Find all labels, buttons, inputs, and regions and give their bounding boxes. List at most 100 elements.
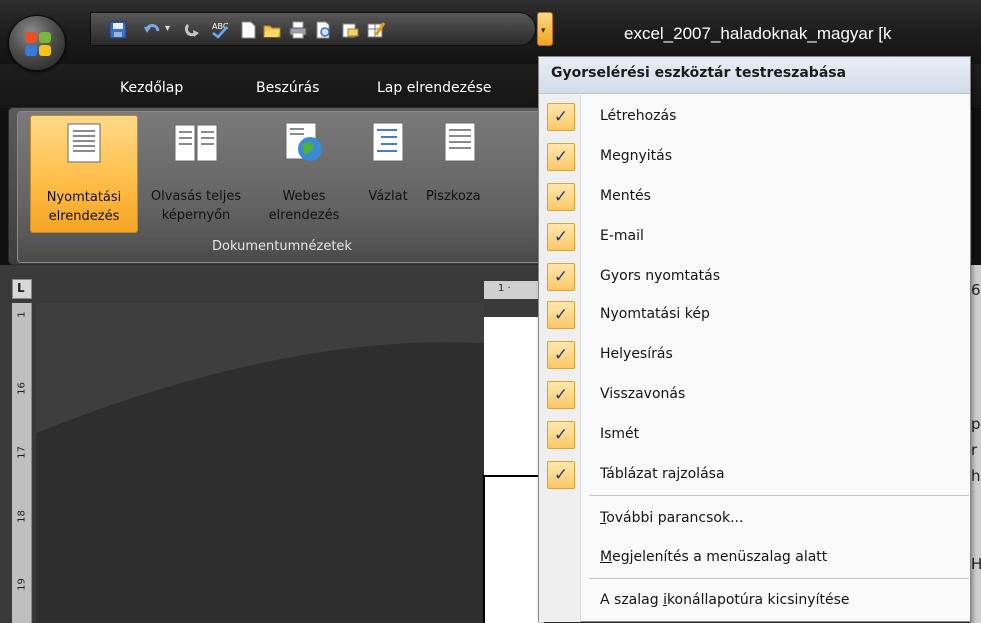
horizontal-ruler-label: 1 · bbox=[498, 283, 511, 294]
partial-document-strip: 6 p r h H bbox=[970, 265, 981, 623]
tab-page-layout[interactable]: Lap elrendezése bbox=[377, 80, 492, 96]
customize-dropdown-icon: ▾ bbox=[541, 26, 546, 36]
strip-char: H bbox=[971, 555, 981, 573]
menu-item-print-preview[interactable]: ✓ Nyomtatási kép bbox=[539, 297, 970, 335]
print-preview-icon[interactable] bbox=[315, 21, 333, 39]
vertical-ruler[interactable]: 1 16 17 18 19 bbox=[12, 303, 32, 623]
draw-table-icon[interactable] bbox=[367, 21, 385, 39]
outline-button[interactable]: Vázlat bbox=[356, 115, 420, 233]
menu-item-label: További parancsok... bbox=[600, 510, 743, 526]
check-icon: ✓ bbox=[547, 341, 575, 369]
horizontal-ruler[interactable]: 1 · bbox=[484, 281, 544, 299]
tab-insert[interactable]: Beszúrás bbox=[256, 80, 319, 96]
web-layout-button[interactable]: Webes elrendezés bbox=[256, 115, 352, 233]
document-page[interactable] bbox=[484, 317, 544, 623]
outline-label-1: Vázlat bbox=[368, 189, 408, 204]
email-icon[interactable] bbox=[341, 21, 359, 39]
tab-selector[interactable]: L bbox=[12, 279, 32, 299]
menu-item-label: Megnyitás bbox=[600, 148, 672, 164]
print-layout-icon bbox=[67, 123, 101, 163]
menu-item-label: Ismét bbox=[600, 426, 640, 442]
ruler-number: 16 bbox=[16, 382, 28, 395]
menu-item-show-below-ribbon[interactable]: Megjelenítés a menüszalag alatt bbox=[539, 540, 970, 578]
undo-dropdown-icon[interactable]: ▾ bbox=[165, 23, 183, 41]
office-button[interactable] bbox=[8, 15, 66, 71]
menu-item-email[interactable]: ✓ E-mail bbox=[539, 219, 970, 257]
menu-item-label: Gyors nyomtatás bbox=[600, 268, 720, 284]
group-document-views: Nyomtatási elrendezés Olvasás teljes képer… bbox=[17, 111, 547, 263]
print-layout-label-2: elrendezés bbox=[48, 209, 120, 224]
menu-separator bbox=[589, 578, 969, 579]
title-bar: ▾ ABC ▾ excel_2007_haladoknak_magyar [k bbox=[0, 0, 981, 64]
ruler-number: 1 bbox=[16, 311, 28, 318]
check-icon: ✓ bbox=[547, 421, 575, 449]
print-layout-button[interactable]: Nyomtatási elrendezés bbox=[30, 115, 138, 233]
strip-char: h bbox=[971, 467, 981, 485]
window-title: excel_2007_haladoknak_magyar [k bbox=[624, 24, 892, 43]
check-icon: ✓ bbox=[547, 381, 575, 409]
page-margin-line bbox=[484, 475, 544, 477]
menu-item-more-commands[interactable]: További parancsok... bbox=[539, 501, 970, 539]
office-logo-icon bbox=[25, 32, 51, 56]
draft-label-1: Piszkoza bbox=[426, 189, 481, 204]
outline-icon bbox=[372, 122, 404, 162]
ruler-number: 19 bbox=[16, 578, 28, 591]
menu-item-text: egjelenítés a menüszalag alatt bbox=[612, 549, 828, 565]
group-title: Dokumentumnézetek bbox=[18, 234, 546, 260]
menu-item-minimize-ribbon[interactable]: A szalag ikonállapotúra kicsinyítése bbox=[539, 583, 970, 621]
check-icon: ✓ bbox=[547, 461, 575, 489]
print-layout-label-1: Nyomtatási bbox=[46, 190, 122, 205]
menu-item-text: konállapotúra kicsinyítése bbox=[666, 592, 850, 608]
menu-separator bbox=[589, 495, 969, 496]
undo-icon[interactable] bbox=[143, 21, 161, 39]
menu-item-spelling[interactable]: ✓ Helyesírás bbox=[539, 337, 970, 375]
web-layout-label-1: Webes bbox=[282, 189, 326, 204]
check-icon: ✓ bbox=[547, 301, 575, 329]
workspace-swoosh bbox=[36, 303, 484, 623]
menu-item-text: A szalag bbox=[600, 592, 664, 608]
save-icon[interactable] bbox=[109, 21, 127, 39]
web-layout-icon bbox=[285, 122, 322, 161]
check-icon: ✓ bbox=[547, 263, 575, 291]
check-icon: ✓ bbox=[547, 183, 575, 211]
accelerator-key: M bbox=[600, 549, 613, 565]
menu-item-quick-print[interactable]: ✓ Gyors nyomtatás bbox=[539, 259, 970, 297]
customize-qat-button[interactable]: ▾ bbox=[537, 12, 553, 46]
menu-item-label: Mentés bbox=[600, 188, 651, 204]
quick-access-toolbar: ▾ ABC bbox=[90, 12, 536, 46]
customize-qat-menu: Gyorselérési eszköztár testreszabása ✓ L… bbox=[538, 56, 971, 622]
page-margin-line bbox=[483, 475, 485, 623]
menu-item-draw-table[interactable]: ✓ Táblázat rajzolása bbox=[539, 457, 970, 495]
ruler-number: 18 bbox=[16, 510, 28, 523]
draft-button[interactable]: Piszkoza bbox=[422, 115, 498, 233]
tab-home[interactable]: Kezdőlap bbox=[120, 80, 183, 96]
new-document-icon[interactable] bbox=[239, 21, 257, 39]
menu-item-save[interactable]: ✓ Mentés bbox=[539, 179, 970, 217]
menu-item-undo[interactable]: ✓ Visszavonás bbox=[539, 377, 970, 415]
menu-item-label: Táblázat rajzolása bbox=[600, 466, 725, 482]
tab-selector-label: L bbox=[17, 281, 25, 295]
web-layout-label-2: elrendezés bbox=[268, 208, 340, 223]
full-screen-reading-button[interactable]: Olvasás teljes képernyőn bbox=[140, 115, 252, 233]
spelling-icon[interactable]: ABC bbox=[211, 21, 229, 39]
open-folder-icon[interactable] bbox=[263, 21, 281, 39]
quick-print-icon[interactable] bbox=[289, 21, 307, 39]
strip-char: 6 bbox=[971, 281, 981, 299]
check-icon: ✓ bbox=[547, 143, 575, 171]
menu-item-label: Nyomtatási kép bbox=[600, 306, 710, 322]
workspace-background bbox=[36, 303, 484, 623]
check-icon: ✓ bbox=[547, 103, 575, 131]
menu-header: Gyorselérési eszköztár testreszabása bbox=[539, 57, 970, 94]
strip-char: r bbox=[971, 441, 978, 459]
draft-icon bbox=[444, 122, 476, 162]
full-screen-label-1: Olvasás teljes bbox=[150, 189, 242, 204]
strip-char: p bbox=[971, 415, 981, 433]
redo-icon[interactable] bbox=[183, 21, 201, 39]
open-book-icon bbox=[174, 124, 218, 162]
menu-item-open[interactable]: ✓ Megnyitás bbox=[539, 139, 970, 177]
menu-item-label: Visszavonás bbox=[600, 386, 686, 402]
menu-item-redo[interactable]: ✓ Ismét bbox=[539, 417, 970, 455]
menu-item-label: Helyesírás bbox=[600, 346, 673, 362]
menu-item-new[interactable]: ✓ Létrehozás bbox=[539, 99, 970, 137]
check-icon: ✓ bbox=[547, 223, 575, 251]
